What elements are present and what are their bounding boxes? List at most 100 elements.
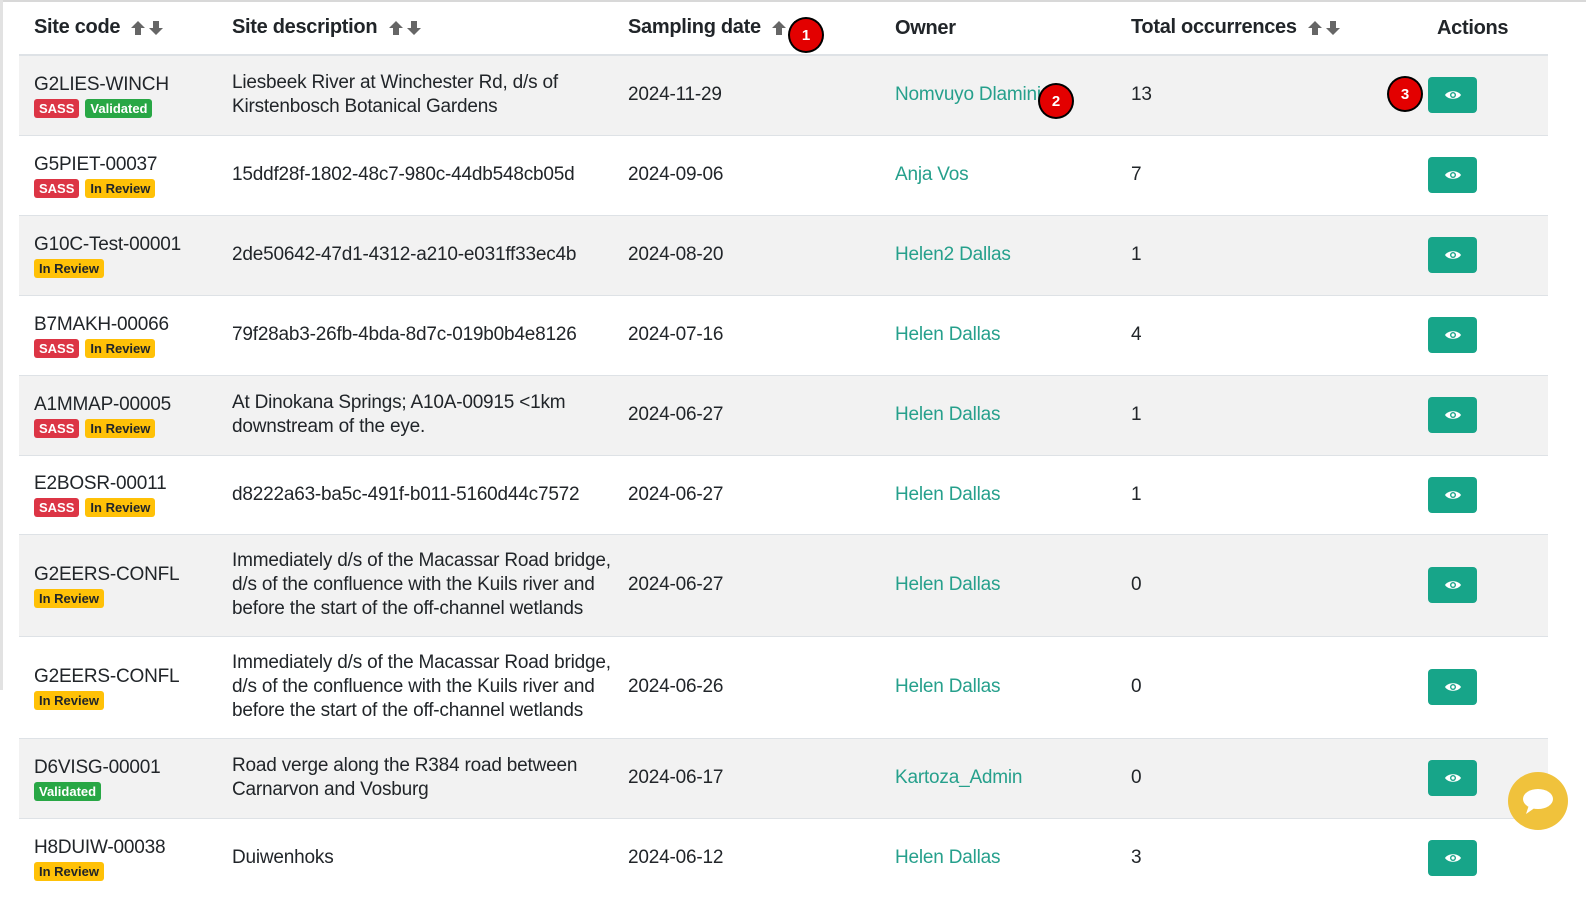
- site-description-cell: Immediately d/s of the Macassar Road bri…: [217, 635, 613, 738]
- table-row: H8DUIW-00038 In Review Duiwenhoks 2024-06-1…: [19, 817, 1548, 898]
- status-badge: Validated: [34, 781, 102, 801]
- view-button[interactable]: [1428, 237, 1477, 273]
- sampling-date: 2024-06-27: [613, 374, 880, 455]
- actions-cell: [1422, 134, 1548, 215]
- status-badges: SASS In Review: [34, 498, 217, 517]
- status-badges: SASS Validated: [34, 98, 217, 118]
- sampling-date: 2024-08-20: [613, 214, 880, 295]
- header-actions-label: Actions: [1437, 16, 1509, 39]
- view-button[interactable]: [1428, 476, 1477, 513]
- sampling-date: 2024-07-16: [613, 294, 880, 375]
- owner-link[interactable]: Anja Vos: [895, 164, 969, 185]
- view-button[interactable]: [1428, 77, 1477, 114]
- site-code-cell: E2BOSR-00011 SASS In Review: [19, 454, 217, 534]
- status-badge: SASS: [34, 178, 80, 198]
- chat-icon: [1523, 789, 1553, 814]
- sampling-date: 2024-06-26: [613, 635, 880, 738]
- actions-cell: [1422, 817, 1548, 898]
- owner-cell: Anja Vos: [880, 134, 1116, 215]
- table-row: B7MAKH-00066 SASS In Review 79f28ab3-26fb-4…: [19, 294, 1548, 375]
- site-code: G2EERS-CONFL: [34, 665, 180, 687]
- site-description-cell: 79f28ab3-26fb-4bda-8d7c-019b0b4e8126: [217, 294, 613, 375]
- site-code-cell: B7MAKH-00066 SASS In Review: [19, 294, 217, 375]
- status-badge: SASS: [34, 498, 80, 517]
- owner-cell: Helen Dallas: [880, 374, 1116, 455]
- owner-cell: Helen Dallas: [880, 294, 1116, 375]
- header-owner-label: Owner: [895, 16, 956, 39]
- arrow-down-icon[interactable]: [147, 19, 165, 37]
- view-button[interactable]: [1428, 397, 1477, 433]
- view-button[interactable]: [1428, 317, 1477, 353]
- actions-cell: [1422, 214, 1548, 295]
- total-occurrences: 1: [1116, 454, 1422, 534]
- site-description-cell: Immediately d/s of the Macassar Road bri…: [217, 533, 613, 636]
- owner-link[interactable]: Helen2 Dallas: [895, 244, 1011, 265]
- actions-cell: [1422, 454, 1548, 534]
- status-badge: SASS: [34, 418, 80, 438]
- view-button[interactable]: [1428, 760, 1477, 796]
- owner-link[interactable]: Kartoza_Admin: [895, 767, 1023, 788]
- site-description: d8222a63-ba5c-491f-b011-5160d44c7572: [232, 483, 580, 505]
- arrow-up-icon[interactable]: [129, 19, 147, 37]
- site-code-sort: [129, 17, 165, 40]
- owner-link[interactable]: Helen Dallas: [895, 676, 1001, 697]
- site-code-cell: H8DUIW-00038 In Review: [19, 817, 217, 898]
- status-badge: Validated: [85, 98, 153, 118]
- status-badges: In Review: [34, 861, 217, 881]
- arrow-down-icon[interactable]: [405, 19, 423, 37]
- header-total-occurrences-label: Total occurrences: [1131, 16, 1297, 39]
- status-badges: In Review: [34, 690, 217, 710]
- actions-cell: [1422, 294, 1548, 375]
- status-badge: In Review: [85, 418, 156, 438]
- owner-link[interactable]: Helen Dallas: [895, 574, 1001, 595]
- owner-link[interactable]: Nomvuyo Dlamini: [895, 84, 1041, 105]
- site-code: G2LIES-WINCH: [34, 73, 169, 95]
- header-site-code: Site code: [19, 2, 217, 56]
- table-row: D6VISG-00001 Validated Road verge along th…: [19, 737, 1548, 818]
- annotation-marker-3: 3: [1389, 78, 1421, 110]
- status-badge: In Review: [85, 178, 156, 198]
- owner-link[interactable]: Helen Dallas: [895, 847, 1001, 868]
- arrow-up-icon[interactable]: [387, 19, 405, 37]
- status-badge: SASS: [34, 338, 80, 358]
- site-description-cell: Road verge along the R384 road between C…: [217, 737, 613, 818]
- sampling-date: 2024-09-06: [613, 134, 880, 215]
- annotation-marker-1: 1: [790, 19, 822, 51]
- total-occurrences: 7: [1116, 134, 1422, 215]
- sampling-date: 2024-06-27: [613, 454, 880, 534]
- owner-link[interactable]: Helen Dallas: [895, 324, 1001, 345]
- site-description: 2de50642-47d1-4312-a210-e031ff33ec4b: [232, 244, 577, 265]
- owner-cell: Helen Dallas: [880, 635, 1116, 738]
- arrow-up-icon[interactable]: [770, 19, 788, 37]
- site-code-cell: G2EERS-CONFL In Review: [19, 533, 217, 636]
- table-row: A1MMAP-00005 SASS In Review At Dinokana Spr…: [19, 374, 1548, 455]
- owner-cell: Kartoza_Admin: [880, 737, 1116, 818]
- chat-button[interactable]: [1508, 772, 1568, 830]
- owner-cell: Helen Dallas: [880, 817, 1116, 898]
- site-code: H8DUIW-00038: [34, 836, 166, 858]
- site-code: G5PIET-00037: [34, 153, 158, 175]
- status-badge: In Review: [34, 258, 104, 278]
- owner-link[interactable]: Helen Dallas: [895, 484, 1001, 505]
- site-description: At Dinokana Springs; A10A-00915 <1km dow…: [232, 392, 566, 437]
- annotation-marker-2: 2: [1040, 85, 1072, 117]
- table-row: G2EERS-CONFL In Review Immediately d/s of …: [19, 635, 1548, 738]
- table-row: E2BOSR-00011 SASS In Review d8222a63-ba5c-4…: [19, 454, 1548, 534]
- site-description-sort: [387, 17, 423, 40]
- table-row: G10C-Test-00001 In Review 2de50642-47d1-43…: [19, 214, 1548, 295]
- view-button[interactable]: [1428, 840, 1477, 877]
- view-button[interactable]: [1428, 567, 1477, 603]
- arrow-up-icon[interactable]: [1306, 19, 1324, 37]
- view-button[interactable]: [1428, 669, 1477, 705]
- site-description-cell: d8222a63-ba5c-491f-b011-5160d44c7572: [217, 454, 613, 534]
- total-occurrences: 1: [1116, 374, 1422, 455]
- owner-link[interactable]: Helen Dallas: [895, 404, 1001, 425]
- site-description: Immediately d/s of the Macassar Road bri…: [232, 652, 611, 721]
- site-description: Liesbeek River at Winchester Rd, d/s of …: [232, 72, 558, 118]
- arrow-down-icon[interactable]: [1324, 19, 1342, 37]
- header-total-occurrences: Total occurrences: [1116, 2, 1422, 56]
- status-badge: In Review: [34, 690, 104, 710]
- site-description-cell: At Dinokana Springs; A10A-00915 <1km dow…: [217, 374, 613, 455]
- view-button[interactable]: [1428, 157, 1477, 193]
- site-description: Duiwenhoks: [232, 847, 334, 869]
